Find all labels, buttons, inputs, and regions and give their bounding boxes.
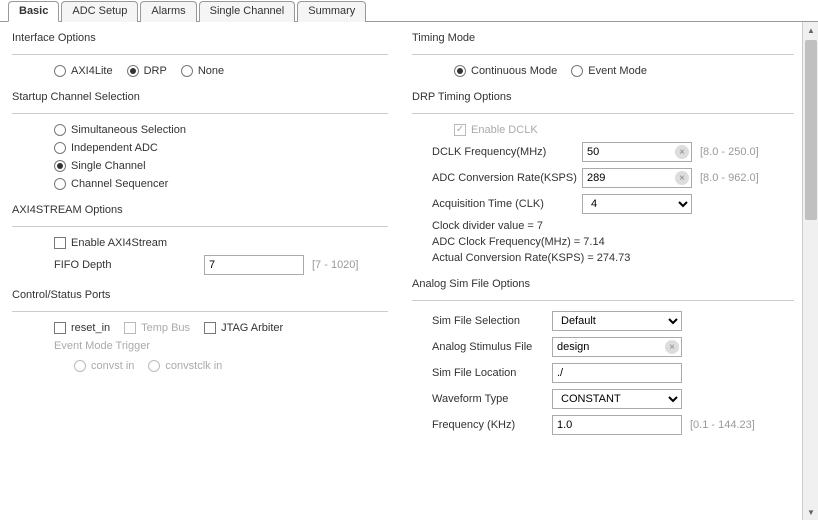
radio-drp[interactable]: DRP xyxy=(127,65,167,77)
adc-clock-freq-info: ADC Clock Frequency(MHz) = 7.14 xyxy=(432,236,794,248)
drp-timing-title: DRP Timing Options xyxy=(412,91,794,103)
radio-continuous-mode-label: Continuous Mode xyxy=(471,65,557,77)
interface-options-title: Interface Options xyxy=(12,32,388,44)
adc-rate-range: [8.0 - 962.0] xyxy=(700,172,759,184)
tab-adc-setup[interactable]: ADC Setup xyxy=(61,1,138,22)
radio-sequencer[interactable]: Channel Sequencer xyxy=(54,178,168,190)
dclk-freq-range: [8.0 - 250.0] xyxy=(700,146,759,158)
radio-simultaneous[interactable]: Simultaneous Selection xyxy=(54,124,186,136)
radio-drp-label: DRP xyxy=(144,65,167,77)
acq-time-label: Acquisition Time (CLK) xyxy=(432,198,582,210)
control-ports-title: Control/Status Ports xyxy=(12,289,388,301)
radio-independent-label: Independent ADC xyxy=(71,142,158,154)
fifo-depth-range: [7 - 1020] xyxy=(312,259,358,271)
fifo-depth-label: FIFO Depth xyxy=(54,259,204,271)
sim-file-sel-label: Sim File Selection xyxy=(432,315,552,327)
axistream-title: AXI4STREAM Options xyxy=(12,204,388,216)
timing-mode-title: Timing Mode xyxy=(412,32,794,44)
radio-none[interactable]: None xyxy=(181,65,224,77)
freq-input[interactable] xyxy=(552,415,682,435)
clear-icon[interactable]: × xyxy=(675,145,689,159)
location-input[interactable] xyxy=(552,363,682,383)
radio-continuous-mode[interactable]: Continuous Mode xyxy=(454,65,557,77)
radio-convstclk-in-label: convstclk in xyxy=(165,360,222,372)
adc-rate-label: ADC Conversion Rate(KSPS) xyxy=(432,172,582,184)
tab-summary[interactable]: Summary xyxy=(297,1,366,22)
check-reset-in-label: reset_in xyxy=(71,322,110,334)
radio-independent[interactable]: Independent ADC xyxy=(54,142,158,154)
radio-event-mode[interactable]: Event Mode xyxy=(571,65,647,77)
clock-divider-info: Clock divider value = 7 xyxy=(432,220,794,232)
tab-alarms[interactable]: Alarms xyxy=(140,1,196,22)
radio-convst-in-label: convst in xyxy=(91,360,134,372)
scroll-up-icon[interactable]: ▲ xyxy=(803,22,818,38)
check-enable-dclk: Enable DCLK xyxy=(454,124,538,136)
radio-convst-in: convst in xyxy=(74,360,134,372)
actual-rate-info: Actual Conversion Rate(KSPS) = 274.73 xyxy=(432,252,794,264)
check-enable-dclk-label: Enable DCLK xyxy=(471,124,538,136)
freq-range: [0.1 - 144.23] xyxy=(690,419,755,431)
stimulus-label: Analog Stimulus File xyxy=(432,341,552,353)
event-trigger-title: Event Mode Trigger xyxy=(54,340,388,352)
check-jtag-arbiter[interactable]: JTAG Arbiter xyxy=(204,322,283,334)
fifo-depth-input[interactable] xyxy=(204,255,304,275)
check-jtag-arbiter-label: JTAG Arbiter xyxy=(221,322,283,334)
scrollbar-thumb[interactable] xyxy=(805,40,817,220)
radio-convstclk-in: convstclk in xyxy=(148,360,222,372)
dclk-freq-label: DCLK Frequency(MHz) xyxy=(432,146,582,158)
location-label: Sim File Location xyxy=(432,367,552,379)
waveform-label: Waveform Type xyxy=(432,393,552,405)
radio-simultaneous-label: Simultaneous Selection xyxy=(71,124,186,136)
radio-none-label: None xyxy=(198,65,224,77)
check-temp-bus-label: Temp Bus xyxy=(141,322,190,334)
check-enable-axi4stream[interactable]: Enable AXI4Stream xyxy=(54,237,167,249)
tab-single-channel[interactable]: Single Channel xyxy=(199,1,296,22)
check-reset-in[interactable]: reset_in xyxy=(54,322,110,334)
sim-file-sel-select[interactable]: Default xyxy=(552,311,682,331)
radio-axi4lite[interactable]: AXI4Lite xyxy=(54,65,113,77)
radio-sequencer-label: Channel Sequencer xyxy=(71,178,168,190)
clear-icon[interactable]: × xyxy=(675,171,689,185)
scrollbar[interactable]: ▲ ▼ xyxy=(802,22,818,520)
check-temp-bus: Temp Bus xyxy=(124,322,190,334)
tab-basic[interactable]: Basic xyxy=(8,1,59,22)
stimulus-input[interactable] xyxy=(552,337,682,357)
scroll-down-icon[interactable]: ▼ xyxy=(803,504,818,520)
clear-icon[interactable]: × xyxy=(665,340,679,354)
check-enable-axi4stream-label: Enable AXI4Stream xyxy=(71,237,167,249)
acq-time-select[interactable]: 4 xyxy=(582,194,692,214)
radio-axi4lite-label: AXI4Lite xyxy=(71,65,113,77)
freq-label: Frequency (KHz) xyxy=(432,419,552,431)
radio-event-mode-label: Event Mode xyxy=(588,65,647,77)
startup-title: Startup Channel Selection xyxy=(12,91,388,103)
waveform-select[interactable]: CONSTANT xyxy=(552,389,682,409)
radio-single-channel[interactable]: Single Channel xyxy=(54,160,146,172)
analog-sim-title: Analog Sim File Options xyxy=(412,278,794,290)
tabs-bar: Basic ADC Setup Alarms Single Channel Su… xyxy=(0,0,818,22)
radio-single-channel-label: Single Channel xyxy=(71,160,146,172)
